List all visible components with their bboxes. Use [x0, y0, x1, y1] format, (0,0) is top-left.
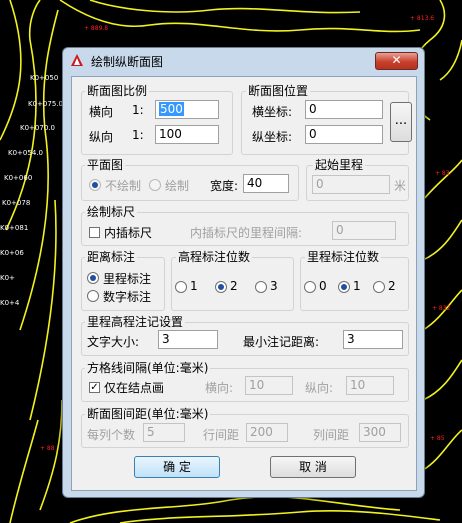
app-logo-icon [71, 54, 83, 66]
start-mileage-unit: 米 [394, 179, 407, 193]
point-labels: K0+050 K0+075.0 K0+070.0 K0+054.0 K0+060… [0, 74, 63, 307]
svg-text:+ 83: + 83 [435, 170, 450, 177]
svg-text:K0+078: K0+078 [2, 199, 30, 207]
only-nodes-checkbox[interactable]: ✓ [89, 382, 100, 393]
per-column-label: 每列个数 [87, 428, 136, 442]
scale-vertical-label: 纵向 [89, 130, 114, 144]
number-annotation-radio[interactable] [87, 290, 99, 302]
svg-text:+ 85: + 85 [430, 435, 445, 442]
elevation-digits-radio-3[interactable] [255, 281, 267, 293]
font-size-label: 文字大小: [87, 335, 140, 349]
row-spacing-input[interactable]: 200 [246, 423, 288, 442]
distance-annotation-group-title: 距离标注 [85, 248, 138, 265]
svg-text:K0+: K0+ [0, 274, 15, 282]
ok-button[interactable]: 确 定 [134, 456, 220, 478]
ruler-interval-label: 内插标尺的里程间隔: [190, 226, 303, 240]
scale-vertical-input[interactable]: 100 [155, 125, 219, 144]
scale-horizontal-input[interactable]: 500 [155, 100, 219, 119]
scale-horizontal-label: 横向 [89, 105, 114, 119]
mileage-digits-label-1: 1 [353, 279, 361, 293]
grid-horizontal-label: 横向: [205, 381, 234, 395]
elevation-digits-radio-1[interactable] [175, 281, 187, 293]
mileage-digits-radio-2[interactable] [373, 281, 385, 293]
mileage-annotation-label: 里程标注 [103, 272, 152, 286]
draw-profile-dialog: 绘制纵断面图 ✕ 断面图比例 横向 1: 500 纵向 1: 100 断面图位置… [62, 47, 425, 498]
number-annotation-label: 数字标注 [103, 290, 152, 304]
plan-width-input[interactable]: 40 [243, 174, 289, 193]
scale-vertical-prefix: 1: [132, 128, 144, 142]
close-icon: ✕ [391, 53, 402, 67]
dialog-client-area: 断面图比例 横向 1: 500 纵向 1: 100 断面图位置 横坐标: 0 纵… [71, 76, 417, 491]
interpolate-ruler-checkbox[interactable] [89, 227, 100, 238]
close-button[interactable]: ✕ [375, 52, 418, 70]
mileage-digits-label-0: 0 [319, 279, 327, 293]
interpolate-ruler-label: 内插标尺 [104, 226, 153, 240]
grid-vertical-label: 纵向: [305, 381, 334, 395]
grid-spacing-group-title: 方格线间隔(单位:毫米) [85, 359, 211, 376]
position-y-label: 纵坐标: [252, 130, 293, 144]
position-y-input[interactable]: 0 [305, 125, 383, 144]
svg-text:K0+081: K0+081 [0, 224, 28, 232]
plan-no-draw-label: 不绘制 [105, 179, 142, 193]
ruler-group-title: 绘制标尺 [85, 203, 138, 220]
elevation-digits-label-2: 2 [230, 279, 238, 293]
grid-vertical-input[interactable]: 10 [346, 376, 394, 395]
start-mileage-group-title: 起始里程 [313, 156, 366, 173]
mileage-digits-radio-1[interactable] [338, 281, 350, 293]
min-distance-label: 最小注记距离: [243, 335, 320, 349]
svg-text:K0+070.0: K0+070.0 [20, 124, 55, 132]
elevation-digits-radio-2[interactable] [215, 281, 227, 293]
elevation-digits-label-1: 1 [190, 279, 198, 293]
svg-text:+ 88: + 88 [40, 445, 55, 452]
min-distance-input[interactable]: 3 [343, 330, 403, 349]
column-spacing-label: 列间距 [313, 428, 350, 442]
grid-horizontal-input[interactable]: 10 [245, 376, 293, 395]
column-spacing-input[interactable]: 300 [359, 423, 401, 442]
mileage-digits-group-title: 里程标注位数 [305, 248, 382, 265]
plan-draw-label: 绘制 [165, 179, 190, 193]
annotation-settings-group-title: 里程高程注记设置 [85, 313, 186, 330]
position-x-label: 横坐标: [252, 105, 293, 119]
dialog-title: 绘制纵断面图 [91, 55, 164, 69]
scale-horizontal-prefix: 1: [132, 103, 144, 117]
plan-draw-radio[interactable] [149, 179, 161, 191]
title-bar[interactable]: 绘制纵断面图 ✕ [63, 48, 424, 72]
mileage-digits-label-2: 2 [388, 279, 396, 293]
svg-text:K0+4: K0+4 [0, 299, 20, 307]
font-size-input[interactable]: 3 [158, 330, 218, 349]
per-column-input[interactable]: 5 [143, 423, 185, 442]
plan-no-draw-radio[interactable] [89, 179, 101, 191]
only-nodes-label: 仅在结点画 [104, 381, 165, 395]
section-scale-group-title: 断面图比例 [85, 82, 150, 99]
svg-text:+ 832: + 832 [432, 305, 451, 312]
plan-group-title: 平面图 [85, 156, 126, 173]
plan-width-label: 宽度: [210, 179, 239, 193]
elevation-digits-label-3: 3 [270, 279, 278, 293]
elevation-digits-group-title: 高程标注位数 [176, 248, 253, 265]
svg-text:K0+060: K0+060 [4, 174, 32, 182]
row-spacing-label: 行间距 [203, 428, 240, 442]
svg-text:K0+050: K0+050 [30, 74, 58, 82]
position-x-input[interactable]: 0 [305, 100, 383, 119]
svg-text:+ 813.6: + 813.6 [410, 15, 434, 22]
cancel-button[interactable]: 取 消 [270, 456, 356, 478]
svg-text:K0+054.0: K0+054.0 [8, 149, 43, 157]
svg-text:K0+06: K0+06 [0, 249, 24, 257]
ruler-interval-input[interactable]: 0 [332, 221, 396, 240]
mileage-digits-radio-0[interactable] [304, 281, 316, 293]
start-mileage-input[interactable]: 0 [312, 175, 390, 194]
section-spacing-group-title: 断面图间距(单位:毫米) [85, 405, 211, 422]
section-position-group-title: 断面图位置 [246, 82, 311, 99]
pick-position-button[interactable]: ... [390, 102, 412, 142]
mileage-annotation-radio[interactable] [87, 272, 99, 284]
svg-text:+ 889.8: + 889.8 [84, 25, 108, 32]
svg-text:K0+075.0: K0+075.0 [28, 100, 63, 108]
